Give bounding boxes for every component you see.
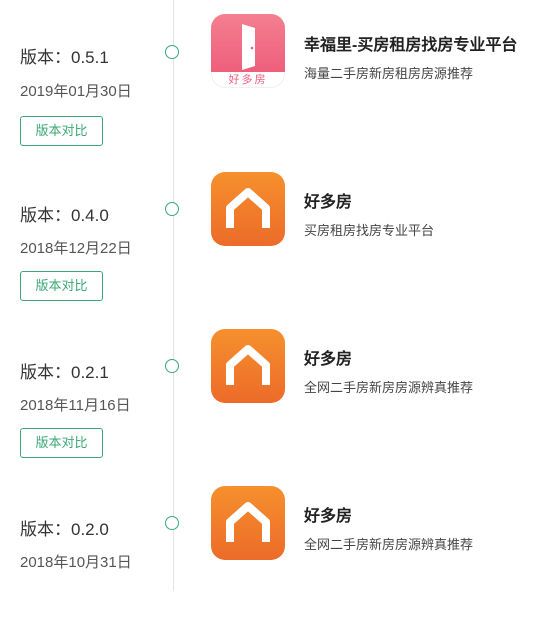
timeline-node [165,202,179,216]
release-date: 2018年10月31日 [20,554,132,571]
version-label: 版本：0.5.1 [20,48,109,67]
app-subtitle: 海量二手房新房租房房源推荐 [304,66,474,81]
timeline-node [165,359,179,373]
release-date: 2018年12月22日 [20,240,132,257]
release-date: 2019年01月30日 [20,83,132,100]
app-subtitle: 买房租房找房专业平台 [304,223,435,238]
release-entry: 版本：0.2.0 2018年10月31日 好多房 全网二手房新房房源辨真推荐 [0,471,554,621]
app-title: 好多房 [304,508,353,525]
house-icon [211,486,285,560]
release-entry: 版本：0.5.1 2019年01月30日 版本对比 好多房 幸福里-买房租房找房… [0,0,554,150]
version-label: 版本：0.2.0 [20,520,109,539]
icon-caption: 好多房 [228,74,268,86]
compare-version-button[interactable]: 版本对比 [20,116,103,146]
release-entry: 版本：0.2.1 2018年11月16日 版本对比 好多房 全网二手房新房房源辨… [0,314,554,464]
house-icon [211,172,285,246]
version-label: 版本：0.4.0 [20,206,109,225]
app-title: 好多房 [304,351,353,368]
app-title: 好多房 [304,194,353,211]
app-subtitle: 全网二手房新房房源辨真推荐 [304,537,474,552]
compare-version-button[interactable]: 版本对比 [20,428,103,458]
app-subtitle: 全网二手房新房房源辨真推荐 [304,380,474,395]
app-title: 幸福里-买房租房找房专业平台 [304,37,518,54]
compare-version-button[interactable]: 版本对比 [20,271,103,301]
door-icon: 好多房 [211,14,285,88]
version-label: 版本：0.2.1 [20,363,109,382]
timeline-node [165,45,179,59]
release-date: 2018年11月16日 [20,397,131,414]
release-entry: 版本：0.4.0 2018年12月22日 版本对比 好多房 买房租房找房专业平台 [0,157,554,307]
timeline-node [165,516,179,530]
house-icon [211,329,285,403]
